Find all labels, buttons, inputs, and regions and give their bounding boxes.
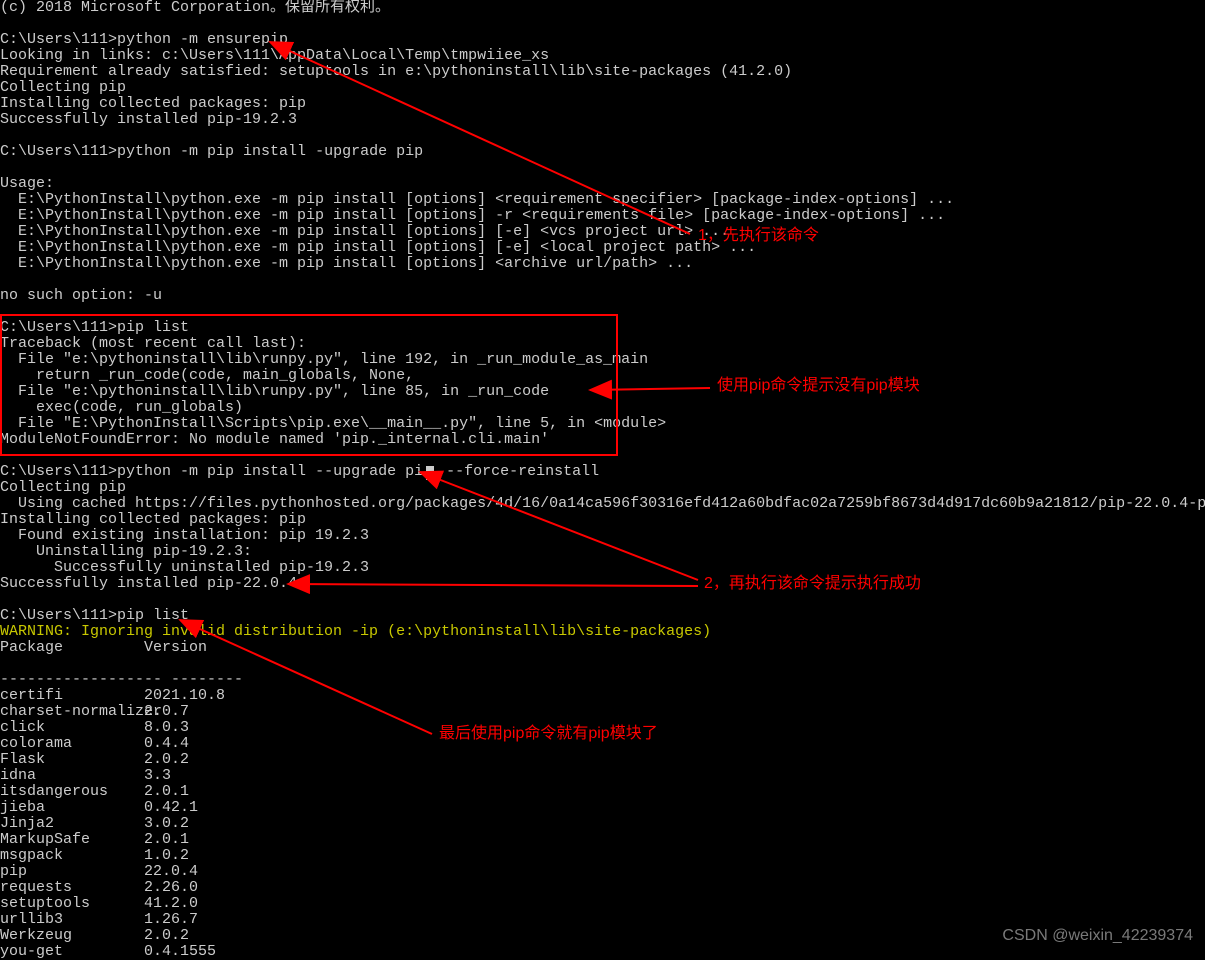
traceback-line: ModuleNotFoundError: No module named 'pi… <box>0 431 549 448</box>
pkg-row: colorama0.4.4 <box>0 736 1205 752</box>
output-line: Successfully installed pip-19.2.3 <box>0 111 297 128</box>
output-line: Collecting pip <box>0 479 126 496</box>
pkg-row: idna3.3 <box>0 768 1205 784</box>
cmd-upgrade-bad: python -m pip install -upgrade pip <box>117 143 423 160</box>
usage-line: E:\PythonInstall\python.exe -m pip insta… <box>0 239 756 256</box>
pkg-row: Flask2.0.2 <box>0 752 1205 768</box>
traceback-line: Traceback (most recent call last): <box>0 335 306 352</box>
output-line: Found existing installation: pip 19.2.3 <box>0 527 369 544</box>
pkg-row: urllib31.26.7 <box>0 912 1205 928</box>
prompt: C:\Users\111> <box>0 319 117 336</box>
output-line: Installing collected packages: pip <box>0 511 306 528</box>
usage-line: E:\PythonInstall\python.exe -m pip insta… <box>0 255 693 272</box>
pkg-header: PackageVersion <box>0 640 1205 656</box>
output-line: Using cached https://files.pythonhosted.… <box>0 495 1205 512</box>
cmd-ensurepip: python -m ensurepip <box>117 31 288 48</box>
pkg-row: jieba0.42.1 <box>0 800 1205 816</box>
pkg-row: setuptools41.2.0 <box>0 896 1205 912</box>
output-line: Requirement already satisfied: setuptool… <box>0 63 792 80</box>
pkg-row: charset-normalizer2.0.7 <box>0 704 1205 720</box>
cmd-piplist: pip list <box>117 319 189 336</box>
terminal-window[interactable]: (c) 2018 Microsoft Corporation。保留所有权利。 C… <box>0 0 1205 960</box>
traceback-line: File "e:\pythoninstall\lib\runpy.py", li… <box>0 351 648 368</box>
output-line: Successfully installed pip-22.0.4 <box>0 575 297 592</box>
usage-header: Usage: <box>0 175 54 192</box>
traceback-line: exec(code, run_globals) <box>0 399 243 416</box>
output-line: Installing collected packages: pip <box>0 95 306 112</box>
usage-line: E:\PythonInstall\python.exe -m pip insta… <box>0 207 945 224</box>
prompt: C:\Users\111> <box>0 143 117 160</box>
pkg-row: you-get0.4.1555 <box>0 944 1205 960</box>
pkg-row: pip22.0.4 <box>0 864 1205 880</box>
pkg-row: Jinja23.0.2 <box>0 816 1205 832</box>
pkg-row: itsdangerous2.0.1 <box>0 784 1205 800</box>
traceback-line: return _run_code(code, main_globals, Non… <box>0 367 414 384</box>
terminal-output[interactable]: (c) 2018 Microsoft Corporation。保留所有权利。 C… <box>0 0 1205 960</box>
copyright-line: (c) 2018 Microsoft Corporation。保留所有权利。 <box>0 0 390 16</box>
cmd-piplist: pip list <box>117 607 189 624</box>
prompt: C:\Users\111> <box>0 607 117 624</box>
traceback-line: File "E:\PythonInstall\Scripts\pip.exe\_… <box>0 415 666 432</box>
pkg-row: Werkzeug2.0.2 <box>0 928 1205 944</box>
output-line: Looking in links: c:\Users\111\AppData\L… <box>0 47 549 64</box>
pkg-separator: ------------------ -------- <box>0 671 243 688</box>
pkg-row: requests2.26.0 <box>0 880 1205 896</box>
cmd-upgrade-force: python -m pip install --upgrade pi <box>117 463 423 480</box>
text-cursor-icon <box>426 466 434 480</box>
prompt: C:\Users\111> <box>0 463 117 480</box>
pkg-row: MarkupSafe2.0.1 <box>0 832 1205 848</box>
output-line: Collecting pip <box>0 79 126 96</box>
pkg-row: msgpack1.0.2 <box>0 848 1205 864</box>
warning-line: WARNING: Ignoring invalid distribution -… <box>0 623 711 640</box>
cmd-upgrade-force-b: --force-reinstall <box>437 463 599 480</box>
usage-line: E:\PythonInstall\python.exe -m pip insta… <box>0 223 729 240</box>
output-line: Successfully uninstalled pip-19.2.3 <box>0 559 369 576</box>
pkg-row: certifi2021.10.8 <box>0 688 1205 704</box>
traceback-line: File "e:\pythoninstall\lib\runpy.py", li… <box>0 383 549 400</box>
pkg-row: click8.0.3 <box>0 720 1205 736</box>
error-line: no such option: -u <box>0 287 162 304</box>
usage-line: E:\PythonInstall\python.exe -m pip insta… <box>0 191 954 208</box>
prompt: C:\Users\111> <box>0 31 117 48</box>
output-line: Uninstalling pip-19.2.3: <box>0 543 252 560</box>
